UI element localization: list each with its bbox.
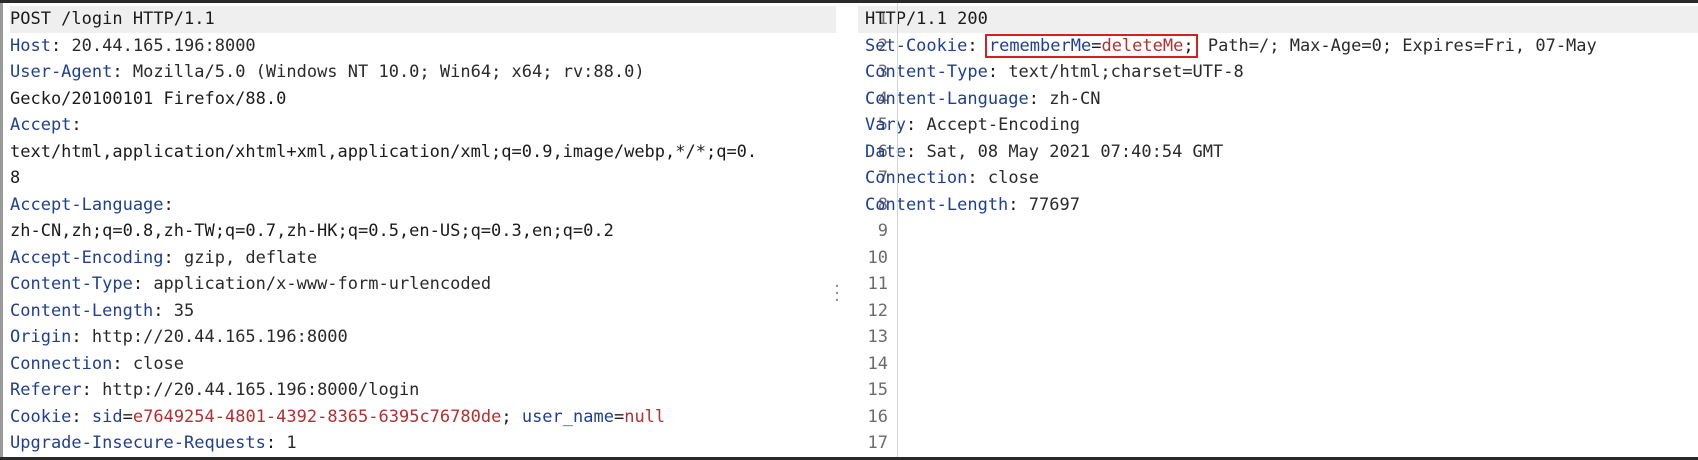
request-header-user-agent-cont: Gecko/20100101 Firefox/88.0 [10, 88, 287, 109]
cookie-value-deleteme: deleteMe [1101, 35, 1184, 56]
request-header-host: Host: 20.44.165.196:8000 [10, 35, 256, 56]
line-number: 14 [867, 353, 888, 374]
request-header-accept: Accept: [10, 115, 82, 135]
line-number: 17 [867, 433, 888, 453]
response-line-4: 4Content-Language: zh-CN [858, 86, 1698, 113]
response-line-5: 5Vary: Accept-Encoding [858, 112, 1698, 139]
request-header-accept-encoding: Accept-Encoding: gzip, deflate [10, 247, 318, 268]
response-line-12: 12 [858, 298, 1698, 325]
cookie-name-user-name: user_name [521, 406, 614, 427]
request-header-connection: Connection: close [10, 353, 185, 374]
request-header-user-agent: User-Agent: Mozilla/5.0 (Windows NT 10.0… [10, 62, 645, 82]
cookie-name-rememberme: rememberMe [988, 35, 1092, 56]
line-number: 9 [877, 221, 888, 241]
cookie-name-sid: sid [91, 406, 123, 427]
response-line-15: 15 [858, 377, 1698, 404]
line-number: 15 [867, 380, 888, 400]
response-line-8: 8Content-Length: 77697 [858, 192, 1698, 219]
highlighted-cookie-box: rememberMe=deleteMe; [984, 33, 1198, 58]
request-header-accept-language: Accept-Language: [10, 194, 174, 215]
line-number: 11 [867, 274, 888, 294]
response-line-11: 11 [858, 271, 1698, 298]
cookie-value-user-name: null [624, 406, 666, 427]
request-header-upgrade-insecure: Upgrade-Insecure-Requests: 1 [10, 433, 297, 453]
response-line-6: 6Date: Sat, 08 May 2021 07:40:54 GMT [858, 139, 1698, 166]
cookie-value-sid: e7649254-4801-4392-8365-6395c76780de [132, 406, 502, 427]
request-header-accept-language-value: zh-CN,zh;q=0.8,zh-TW;q=0.7,zh-HK;q=0.5,e… [10, 221, 614, 241]
response-line-13: 13 [858, 324, 1698, 351]
request-line: POST /login HTTP/1.1 [10, 6, 836, 33]
response-line-3: 3Content-Type: text/html;charset=UTF-8 [858, 59, 1698, 86]
request-header-cookie: Cookie: sid=e7649254-4801-4392-8365-6395… [10, 406, 666, 427]
response-line-7: 7Connection: close [858, 165, 1698, 192]
response-line-1: 1HTTP/1.1 200 [858, 6, 1698, 33]
request-pane[interactable]: POST /login HTTP/1.1 Host: 20.44.165.196… [10, 6, 836, 454]
top-border [0, 0, 1698, 3]
response-line-2: 2Set-Cookie: rememberMe=deleteMe; Path=/… [858, 33, 1698, 60]
pane-resize-handle[interactable]: · · · [834, 278, 840, 310]
response-line-10: 10 [858, 245, 1698, 272]
line-number: 12 [867, 300, 888, 321]
response-pane[interactable]: 1HTTP/1.1 200 2Set-Cookie: rememberMe=de… [858, 6, 1698, 454]
request-header-accept-value: text/html,application/xhtml+xml,applicat… [10, 141, 758, 162]
line-number: 16 [867, 406, 888, 427]
request-header-referer: Referer: http://20.44.165.196:8000/login [10, 380, 420, 400]
line-number: 10 [867, 247, 888, 268]
request-header-content-length: Content-Length: 35 [10, 300, 195, 321]
response-line-14: 14 [858, 351, 1698, 378]
response-line-9: 9 [858, 218, 1698, 245]
left-edge [0, 3, 3, 457]
response-line-16: 16 [858, 404, 1698, 431]
pane-divider [897, 3, 898, 457]
request-header-origin: Origin: http://20.44.165.196:8000 [10, 327, 348, 347]
request-header-accept-value-cont: 8 [10, 168, 21, 188]
line-number: 13 [867, 327, 888, 347]
request-header-content-type: Content-Type: application/x-www-form-url… [10, 274, 492, 294]
response-line-17: 17 [858, 430, 1698, 454]
